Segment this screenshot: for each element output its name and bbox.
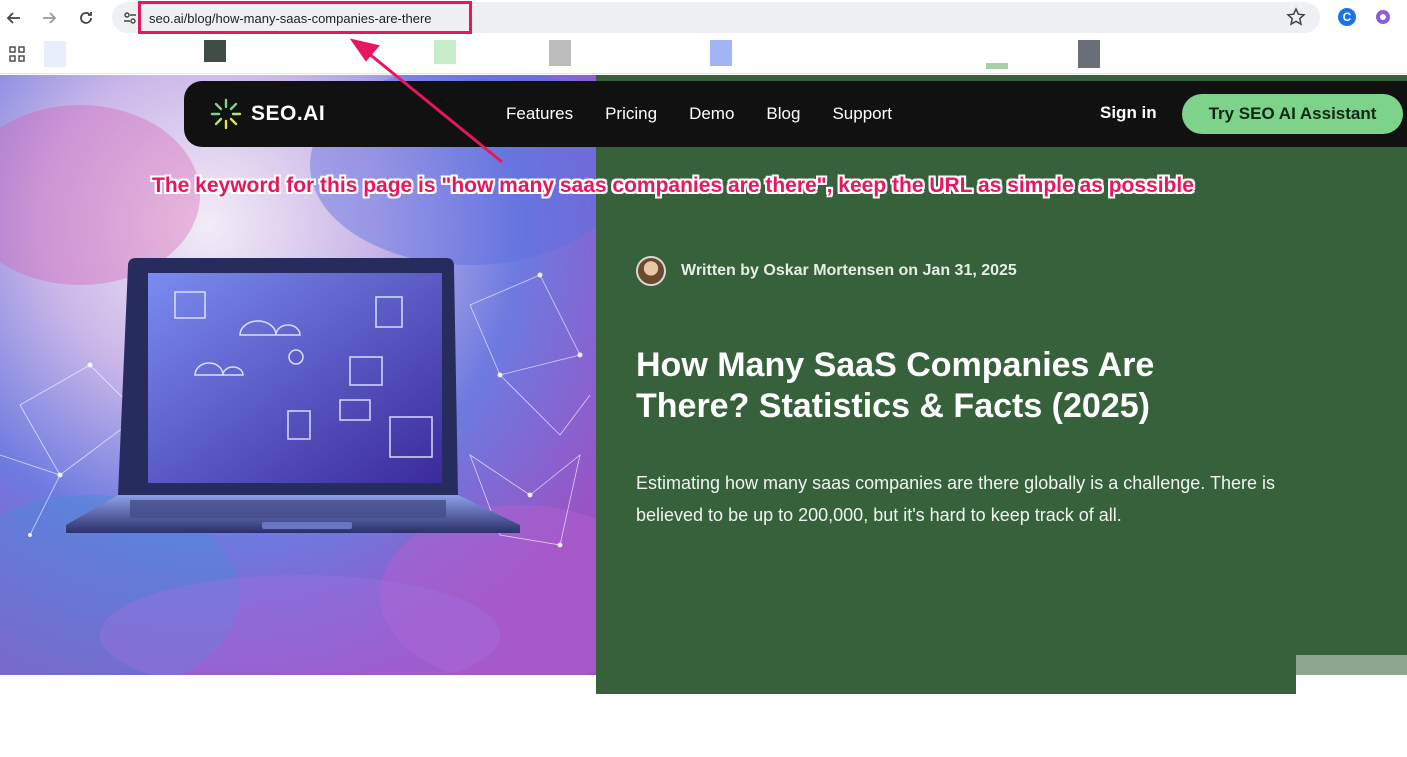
forward-button[interactable] — [37, 6, 61, 30]
site-info-icon[interactable] — [122, 10, 138, 26]
browser-chrome: seo.ai/blog/how-many-saas-companies-are-… — [0, 0, 1407, 74]
article-title: How Many SaaS Companies Are There? Stati… — [636, 346, 1155, 425]
decorative-strip — [1296, 655, 1407, 675]
url-highlight-box[interactable]: seo.ai/blog/how-many-saas-companies-are-… — [138, 1, 472, 34]
forward-arrow-icon — [43, 12, 57, 24]
apps-grid-icon[interactable] — [9, 46, 25, 62]
bookmark-favicon[interactable] — [44, 41, 66, 67]
main-menu: Features Pricing Demo Blog Support — [506, 104, 892, 124]
bookmark-favicon[interactable] — [549, 40, 571, 66]
nav-link-blog[interactable]: Blog — [766, 104, 800, 124]
sign-in-link[interactable]: Sign in — [1100, 103, 1157, 123]
web-page: SEO.AI Features Pricing Demo Blog Suppor… — [0, 75, 1407, 757]
author-avatar[interactable] — [636, 256, 666, 286]
back-arrow-icon — [6, 12, 20, 24]
nav-link-demo[interactable]: Demo — [689, 104, 734, 124]
try-seo-ai-button[interactable]: Try SEO AI Assistant — [1182, 94, 1403, 134]
reload-button[interactable] — [74, 6, 98, 30]
bookmark-favicon[interactable] — [434, 40, 456, 64]
byline-text: Written by Oskar Mortensen on Jan 31, 20… — [681, 262, 1017, 279]
nav-link-features[interactable]: Features — [506, 104, 573, 124]
reload-icon — [80, 12, 92, 24]
nav-link-support[interactable]: Support — [832, 104, 892, 124]
nav-link-pricing[interactable]: Pricing — [605, 104, 657, 124]
article-intro: Estimating how many saas companies are t… — [636, 473, 1275, 525]
extension-c-icon[interactable]: C — [1338, 8, 1356, 26]
seo-ai-logo[interactable]: SEO.AI — [209, 97, 325, 131]
author-byline: Written by Oskar Mortensen on Jan 31, 20… — [636, 256, 1017, 286]
site-navbar: SEO.AI Features Pricing Demo Blog Suppor… — [184, 81, 1407, 147]
bookmark-favicon[interactable] — [1078, 40, 1100, 68]
bookmark-favicon[interactable] — [710, 40, 732, 66]
logo-text: SEO.AI — [251, 102, 326, 125]
decorative-cutout — [1296, 675, 1407, 694]
bookmark-star-icon[interactable] — [1286, 7, 1306, 27]
hero-laptop-illustration — [0, 75, 596, 675]
annotation-text: The keyword for this page is "how many s… — [152, 174, 1194, 197]
url-text[interactable]: seo.ai/blog/how-many-saas-companies-are-… — [149, 11, 432, 26]
extension-gear-icon[interactable] — [1374, 8, 1392, 26]
back-button[interactable] — [2, 6, 26, 30]
bookmark-favicon[interactable] — [204, 40, 226, 62]
bookmarks-bar — [0, 38, 1407, 72]
bookmark-favicon[interactable] — [986, 63, 1008, 69]
laptop-cloud-illustration — [0, 75, 596, 675]
logo-burst-icon — [210, 98, 242, 130]
